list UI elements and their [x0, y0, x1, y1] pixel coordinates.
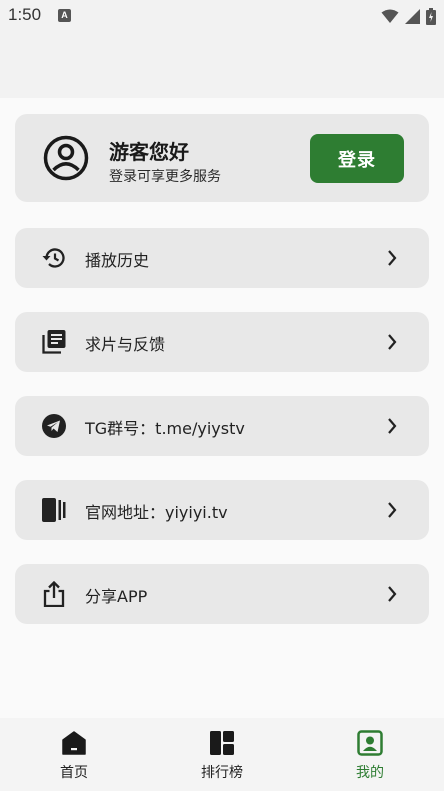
history-icon: [42, 248, 65, 268]
menu-label: 分享APP: [85, 587, 148, 606]
user-card: 游客您好 登录可享更多服务 登录: [15, 114, 429, 202]
home-icon: [62, 731, 86, 755]
menu-item-history[interactable]: 播放历史: [15, 228, 429, 288]
chevron-right-icon: [388, 502, 397, 518]
nav-item-ranking[interactable]: 排行榜: [172, 730, 272, 786]
menu-item-share[interactable]: 分享APP: [15, 564, 429, 624]
profile-content: 游客您好 登录可享更多服务 登录 播放历史 求片与反馈 TG群号：t.me/yi…: [0, 98, 444, 718]
telegram-icon: [42, 414, 66, 438]
menu-label: TG群号：t.me/yiystv: [85, 419, 245, 438]
menu-label: 播放历史: [85, 251, 150, 270]
chevron-right-icon: [388, 418, 397, 434]
status-time: 1:50: [8, 5, 42, 24]
login-button[interactable]: 登录: [310, 134, 404, 183]
status-bar: 1:50 A: [0, 0, 444, 32]
signal-icon: [405, 8, 420, 24]
nav-label: 首页: [60, 765, 88, 781]
nav-label: 排行榜: [201, 765, 243, 781]
nav-item-profile[interactable]: 我的: [320, 730, 420, 786]
app-notification-icon: A: [58, 9, 71, 22]
chevron-right-icon: [388, 334, 397, 350]
greeting-title: 游客您好: [109, 140, 189, 164]
menu-label: 官网地址：yiyiyi.tv: [85, 503, 228, 522]
nav-item-home[interactable]: 首页: [24, 730, 124, 786]
menu-item-telegram[interactable]: TG群号：t.me/yiystv: [15, 396, 429, 456]
chevron-right-icon: [388, 250, 397, 266]
status-icons: [381, 6, 436, 26]
website-icon: [42, 498, 66, 522]
feedback-icon: [42, 330, 66, 354]
battery-icon: [426, 7, 436, 25]
app-bar: [0, 32, 444, 98]
bottom-nav: 首页 排行榜 我的: [0, 718, 444, 791]
profile-icon: [357, 730, 383, 756]
greeting-subtitle: 登录可享更多服务: [109, 169, 221, 185]
user-avatar-icon: [43, 135, 89, 181]
menu-item-website[interactable]: 官网地址：yiyiyi.tv: [15, 480, 429, 540]
wifi-icon: [381, 9, 399, 23]
menu-item-feedback[interactable]: 求片与反馈: [15, 312, 429, 372]
nav-label: 我的: [356, 765, 384, 781]
chevron-right-icon: [388, 586, 397, 602]
menu-label: 求片与反馈: [85, 335, 166, 354]
share-icon: [43, 581, 65, 607]
ranking-icon: [210, 731, 234, 755]
